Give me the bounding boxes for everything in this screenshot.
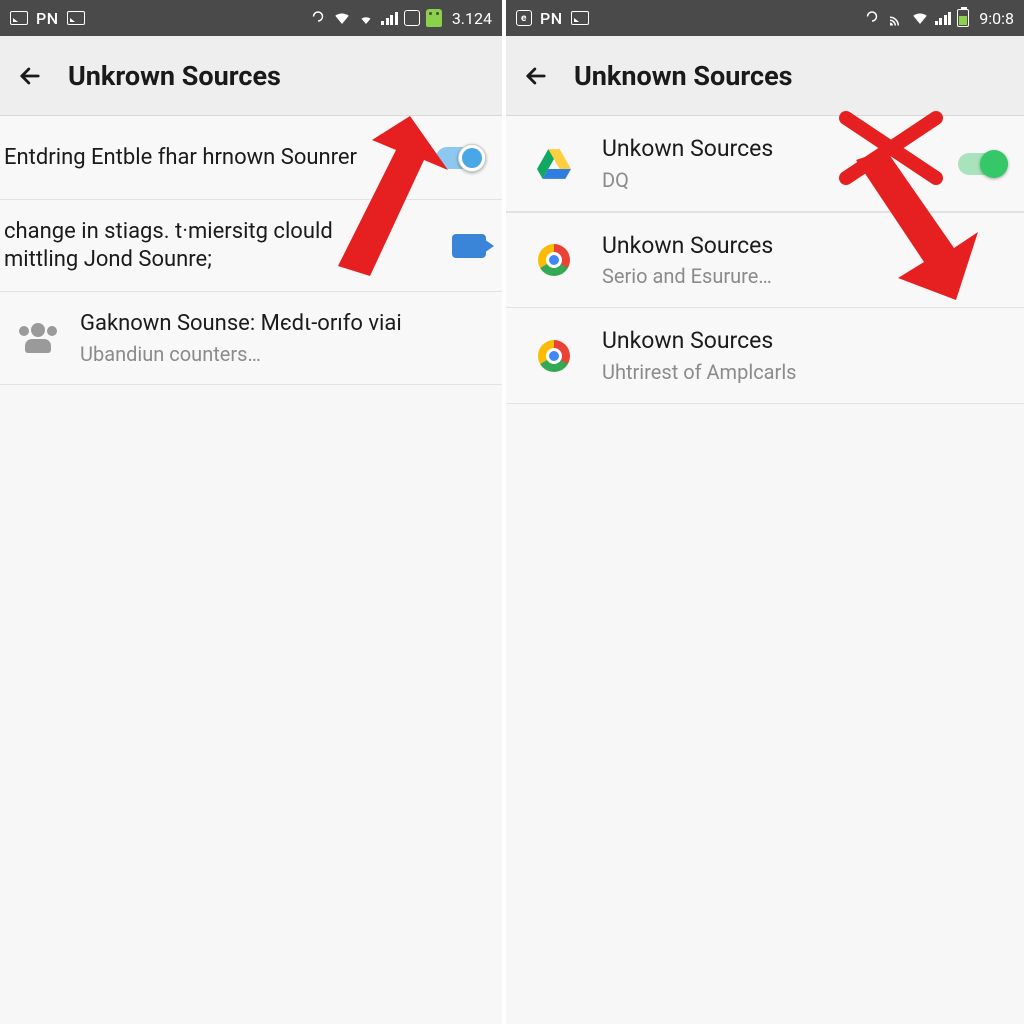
settings-list-right: Unkown Sources DQ Unkown Sources Serio a… xyxy=(506,116,1024,404)
cast-icon xyxy=(887,9,905,27)
appbar-left: Unkrown Sources xyxy=(0,36,502,116)
page-title-right: Unknown Sources xyxy=(574,60,793,92)
phone-right: e PN 9:0:8 Unknown Sources xyxy=(506,0,1024,1024)
swirl-icon-right xyxy=(863,9,881,27)
row-chrome1-title: Unkown Sources xyxy=(602,232,1008,261)
row-description[interactable]: change in stiags. t·miersitg clould mitt… xyxy=(0,200,502,292)
row-enable-unknown[interactable]: Entdring Entble fhar hrnown Sounrer xyxy=(0,116,502,200)
signal-icon xyxy=(381,11,398,25)
chrome-icon xyxy=(538,244,570,276)
e-icon: e xyxy=(516,10,532,26)
status-time-right: 9:0:8 xyxy=(979,9,1014,28)
chrome-icon-2 xyxy=(538,340,570,372)
battery-icon-right xyxy=(957,9,969,27)
screenshot-icon xyxy=(10,11,28,25)
signal-icon-right xyxy=(935,11,952,25)
toggle-drive[interactable] xyxy=(958,150,1008,178)
row-description-text: change in stiags. t·miersitg clould mitt… xyxy=(4,218,410,273)
wifi-icon-right xyxy=(911,9,929,27)
row-chrome1-sub: Serio and Esurure… xyxy=(602,264,1008,288)
statusbar-left: PN 3.124 xyxy=(0,0,502,36)
image-icon-right xyxy=(571,11,589,25)
status-pn-right: PN xyxy=(540,9,563,28)
android-icon xyxy=(426,9,442,27)
settings-list-left: Entdring Entble fhar hrnown Sounrer chan… xyxy=(0,116,502,385)
phone-left: PN 3.124 Unkrown Sources E xyxy=(0,0,506,1024)
row-chrome-1[interactable]: Unkown Sources Serio and Esurure… xyxy=(506,212,1024,308)
page-title-left: Unkrown Sources xyxy=(68,60,281,92)
row-gaknown-title: Gaknown Sounse: Mєdι-orıfo viai xyxy=(80,310,486,338)
wifi-icon xyxy=(333,9,351,27)
status-pn: PN xyxy=(36,9,59,28)
drive-icon xyxy=(537,149,571,179)
row-chrome-2[interactable]: Unkown Sources Uhtrirest of Amplcarls xyxy=(506,308,1024,404)
row-enable-unknown-title: Entdring Entble fhar hrnown Sounrer xyxy=(4,144,410,172)
appbar-right: Unknown Sources xyxy=(506,36,1024,116)
back-button[interactable] xyxy=(14,60,46,92)
row-chrome2-title: Unkown Sources xyxy=(602,327,1008,356)
status-time-left: 3.124 xyxy=(452,9,492,28)
back-button-right[interactable] xyxy=(520,60,552,92)
row-chrome2-sub: Uhtrirest of Amplcarls xyxy=(602,360,1008,384)
row-drive-sub: DQ xyxy=(602,168,932,192)
statusbar-right: e PN 9:0:8 xyxy=(506,0,1024,36)
swirl-icon xyxy=(309,9,327,27)
people-icon xyxy=(21,323,55,353)
row-drive-title: Unkown Sources xyxy=(602,135,932,164)
row-gaknown-sub: Ubandiun counters… xyxy=(80,342,486,366)
row-gaknown[interactable]: Gaknown Sounse: Mєdι-orıfo viai Ubandiun… xyxy=(0,292,502,385)
sim-icon xyxy=(404,10,420,26)
row-drive[interactable]: Unkown Sources DQ xyxy=(506,116,1024,212)
wifi2-icon xyxy=(357,9,375,27)
toggle-unknown-sources[interactable] xyxy=(436,144,486,172)
camera-icon xyxy=(452,234,486,258)
image-icon xyxy=(67,11,85,25)
